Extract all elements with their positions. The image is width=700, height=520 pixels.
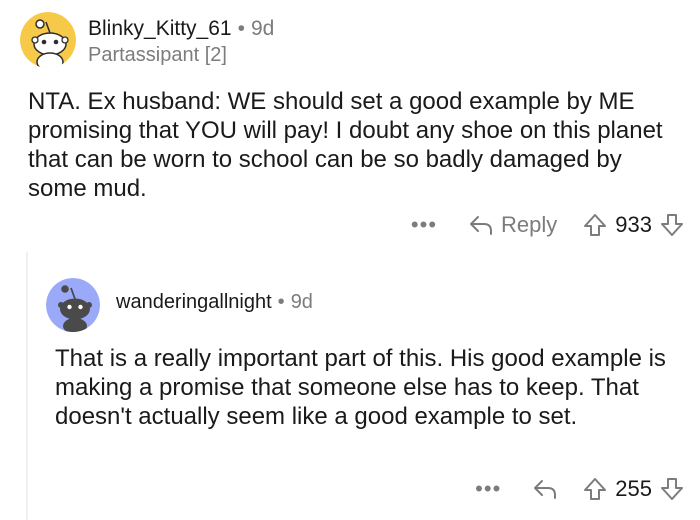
- comment-body: NTA. Ex husband: WE should set a good ex…: [28, 88, 663, 202]
- vote-score: 255: [615, 476, 652, 501]
- reply-arrow-icon: [469, 214, 493, 236]
- reddit-snoo-icon: [46, 278, 100, 332]
- comment-actions: ••• 255: [475, 474, 684, 504]
- reply-button[interactable]: Reply: [469, 212, 557, 238]
- vote-controls: 255: [583, 476, 684, 502]
- reply-arrow-icon: [533, 478, 557, 500]
- avatar[interactable]: [46, 278, 100, 332]
- separator-dot: •: [277, 291, 285, 313]
- thread-line: [26, 252, 28, 520]
- downvote-arrow-icon[interactable]: [660, 477, 684, 501]
- reply-label: Reply: [501, 212, 558, 237]
- comment-age[interactable]: 9d: [291, 291, 313, 313]
- username[interactable]: Blinky_Kitty_61: [88, 17, 232, 40]
- more-options-button[interactable]: •••: [475, 478, 501, 500]
- upvote-arrow-icon[interactable]: [583, 477, 607, 501]
- separator-dot: •: [237, 17, 245, 40]
- upvote-arrow-icon[interactable]: [583, 213, 607, 237]
- comment-header: wanderingallnight • 9d: [116, 291, 313, 314]
- reddit-snoo-icon: [20, 12, 76, 68]
- comment-header: Blinky_Kitty_61 • 9d: [88, 17, 274, 41]
- downvote-arrow-icon[interactable]: [660, 213, 684, 237]
- comment-actions: ••• Reply 933: [411, 210, 684, 240]
- vote-controls: 933: [583, 212, 684, 238]
- username[interactable]: wanderingallnight: [116, 291, 272, 313]
- more-options-button[interactable]: •••: [411, 214, 437, 236]
- comment-body: That is a really important part of this.…: [55, 345, 666, 430]
- comment-age[interactable]: 9d: [251, 17, 274, 40]
- vote-score: 933: [615, 212, 652, 237]
- reply-button[interactable]: [533, 478, 557, 500]
- avatar[interactable]: [20, 12, 76, 68]
- user-flair: Partassipant [2]: [88, 44, 227, 66]
